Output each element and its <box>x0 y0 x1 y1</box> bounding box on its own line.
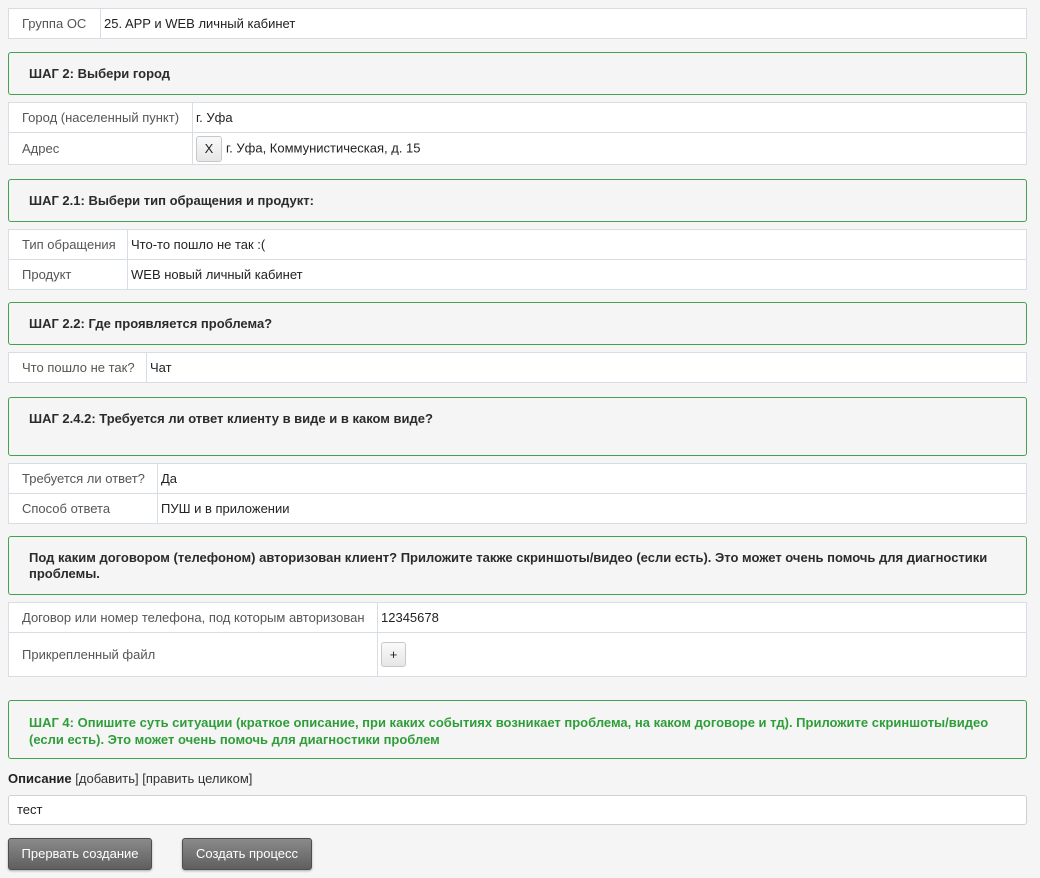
address-cell: Xг. Уфа, Коммунистическая, д. 15 <box>192 132 1027 165</box>
description-add-link[interactable]: [добавить] <box>75 771 138 786</box>
contract-value[interactable]: 12345678 <box>377 602 1027 633</box>
contract-label: Договор или номер телефона, под которым … <box>8 602 378 633</box>
product-label: Продукт <box>8 259 128 290</box>
description-edit-link[interactable]: [править целиком] <box>142 771 252 786</box>
product-value[interactable]: WEB новый личный кабинет <box>127 259 1027 290</box>
step4-title: ШАГ 4: Опишите суть ситуации (краткое оп… <box>29 715 989 747</box>
step2-table: Город (населенный пункт) г. Уфа Адрес Xг… <box>8 102 1027 165</box>
step2-title: ШАГ 2: Выбери город <box>29 66 171 81</box>
city-label: Город (населенный пункт) <box>8 102 193 133</box>
address-row: Адрес Xг. Уфа, Коммунистическая, д. 15 <box>8 132 1027 165</box>
what-label: Что пошло не так? <box>8 352 147 383</box>
step21-header: ШАГ 2.1: Выбери тип обращения и продукт: <box>8 179 1027 222</box>
auth-table: Договор или номер телефона, под которым … <box>8 602 1027 677</box>
type-row: Тип обращения Что-то пошло не так :( <box>8 229 1027 260</box>
answer-value[interactable]: Да <box>157 463 1027 494</box>
type-value[interactable]: Что-то пошло не так :( <box>127 229 1027 260</box>
file-label: Прикрепленный файл <box>8 632 378 677</box>
address-value[interactable]: г. Уфа, Коммунистическая, д. 15 <box>226 140 421 155</box>
contract-row: Договор или номер телефона, под которым … <box>8 602 1027 633</box>
file-row: Прикрепленный файл + <box>8 632 1027 677</box>
description-label: Описание <box>8 771 72 786</box>
step4-header: ШАГ 4: Опишите суть ситуации (краткое оп… <box>8 700 1027 759</box>
step242-title: ШАГ 2.4.2: Требуется ли ответ клиенту в … <box>29 411 433 426</box>
answer-label: Требуется ли ответ? <box>8 463 158 494</box>
method-label: Способ ответа <box>8 493 158 524</box>
group-label: Группа ОС <box>8 8 101 39</box>
step22-title: ШАГ 2.2: Где проявляется проблема? <box>29 316 273 331</box>
auth-header: Под каким договором (телефоном) авторизо… <box>8 536 1027 595</box>
city-row: Город (населенный пункт) г. Уфа <box>8 102 1027 133</box>
method-value[interactable]: ПУШ и в приложении <box>157 493 1027 524</box>
description-input[interactable]: тест <box>8 795 1027 825</box>
add-file-button[interactable]: + <box>381 642 406 667</box>
type-label: Тип обращения <box>8 229 128 260</box>
address-clear-button[interactable]: X <box>196 135 222 162</box>
what-value[interactable]: Чат <box>146 352 1027 383</box>
description-label-row: Описание [добавить] [править целиком] <box>8 771 252 786</box>
address-label: Адрес <box>8 132 193 165</box>
step21-table: Тип обращения Что-то пошло не так :( Про… <box>8 229 1027 290</box>
group-value: 25. APP и WEB личный кабинет <box>100 8 1027 39</box>
method-row: Способ ответа ПУШ и в приложении <box>8 493 1027 524</box>
abort-button[interactable]: Прервать создание <box>8 838 152 870</box>
step242-header: ШАГ 2.4.2: Требуется ли ответ клиенту в … <box>8 397 1027 456</box>
step2-header: ШАГ 2: Выбери город <box>8 52 1027 95</box>
what-row: Что пошло не так? Чат <box>8 352 1027 383</box>
city-value[interactable]: г. Уфа <box>192 102 1027 133</box>
step22-header: ШАГ 2.2: Где проявляется проблема? <box>8 302 1027 345</box>
create-process-button[interactable]: Создать процесс <box>182 838 312 870</box>
answer-row: Требуется ли ответ? Да <box>8 463 1027 494</box>
step242-table: Требуется ли ответ? Да Способ ответа ПУШ… <box>8 463 1027 524</box>
product-row: Продукт WEB новый личный кабинет <box>8 259 1027 290</box>
step22-table: Что пошло не так? Чат <box>8 352 1027 383</box>
auth-title: Под каким договором (телефоном) авторизо… <box>29 550 988 581</box>
group-row: Группа ОС 25. APP и WEB личный кабинет <box>8 8 1027 39</box>
file-cell: + <box>377 632 1027 677</box>
group-table: Группа ОС 25. APP и WEB личный кабинет <box>8 8 1027 39</box>
step21-title: ШАГ 2.1: Выбери тип обращения и продукт: <box>29 193 314 208</box>
